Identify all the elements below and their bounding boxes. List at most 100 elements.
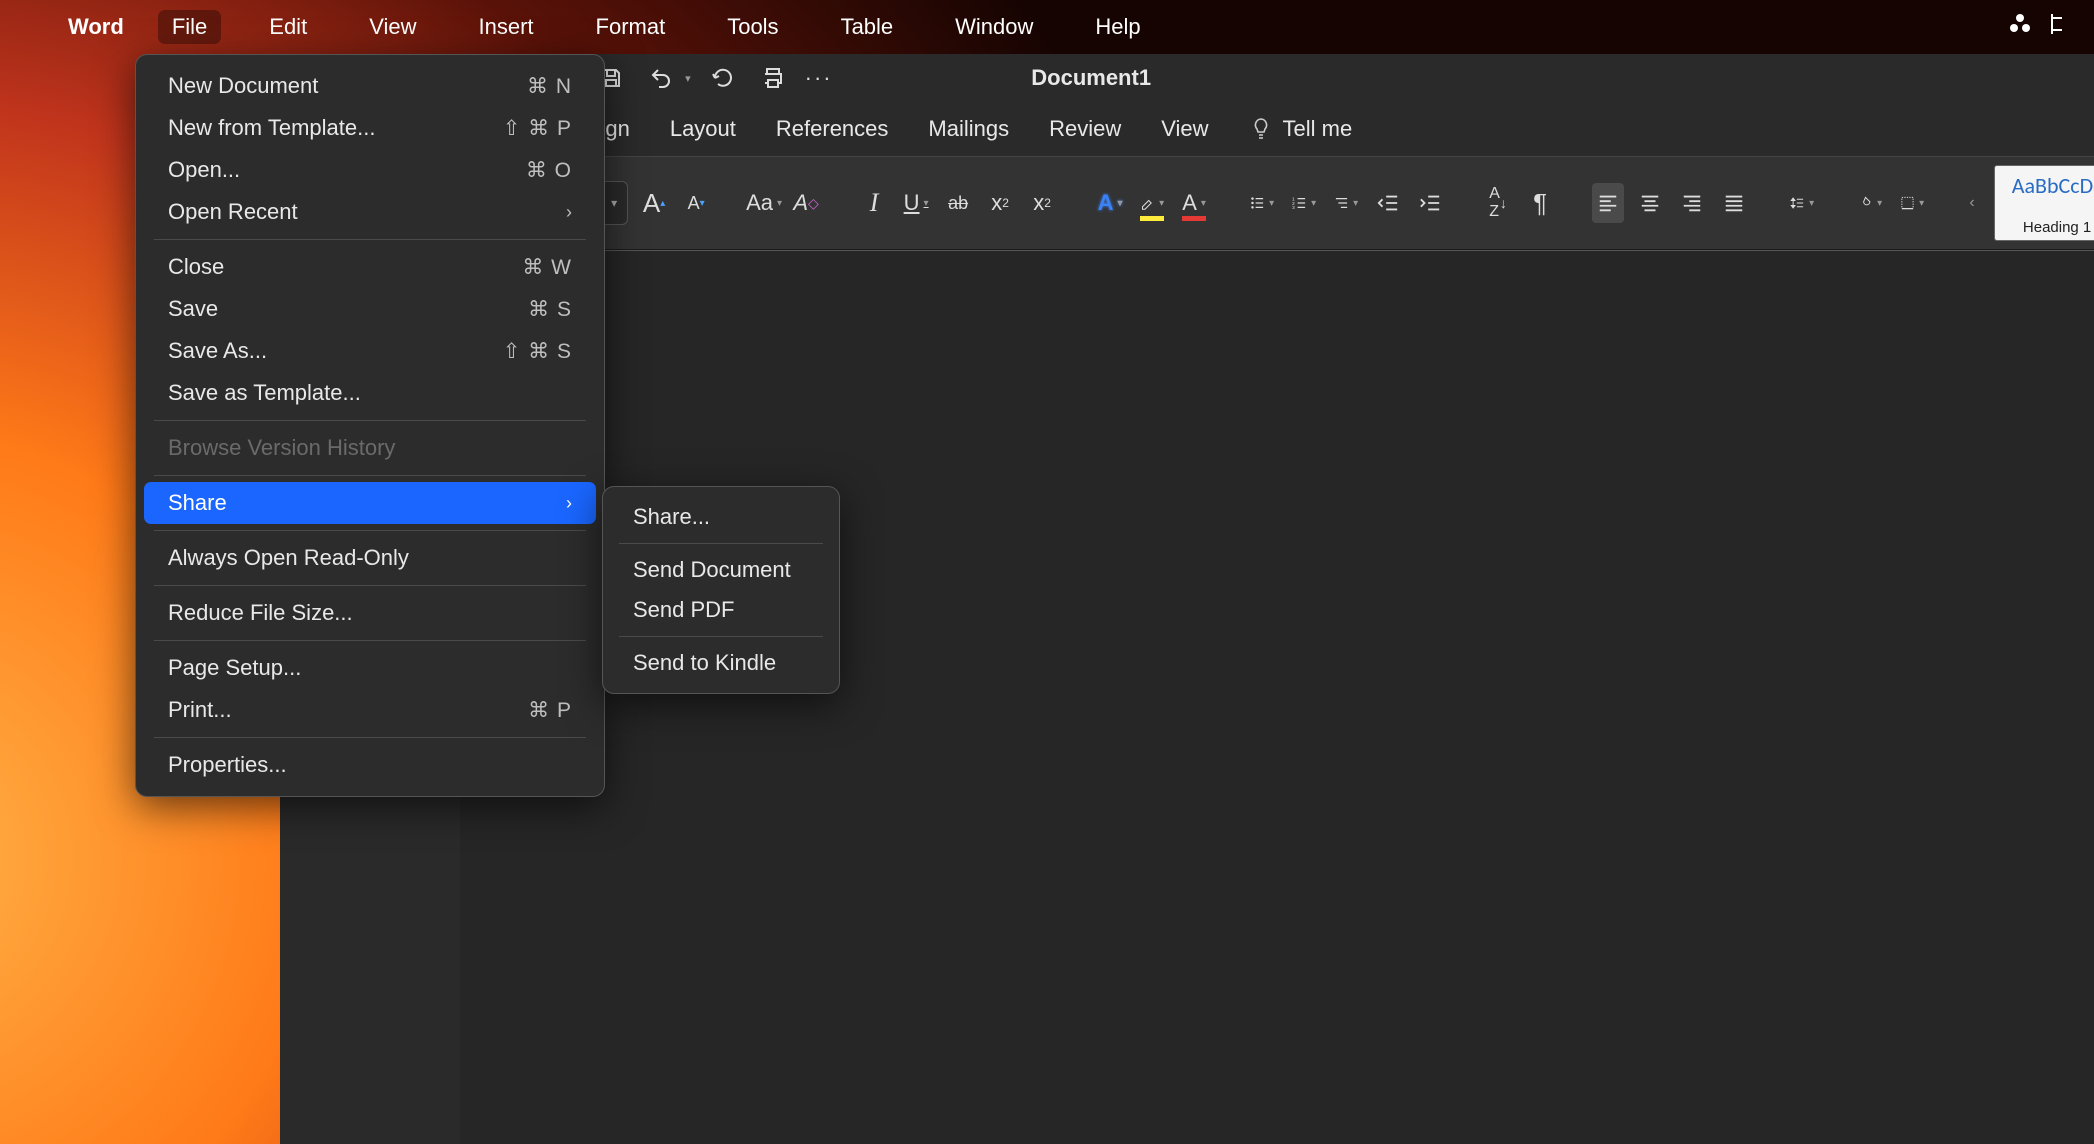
document-title: Document1 — [1031, 65, 1151, 91]
menu-separator — [619, 636, 823, 637]
undo-dropdown-caret[interactable]: ▾ — [685, 72, 691, 85]
menubar-edit[interactable]: Edit — [255, 10, 321, 44]
align-center-icon[interactable] — [1634, 183, 1666, 223]
underline-button[interactable]: U — [900, 183, 932, 223]
share-submenu: Share... Send Document Send PDF Send to Kin… — [602, 486, 840, 694]
menubar-insert[interactable]: Insert — [464, 10, 547, 44]
decrease-indent-icon[interactable] — [1372, 183, 1404, 223]
menubar-help[interactable]: Help — [1081, 10, 1154, 44]
increase-font-size-icon[interactable]: A▴ — [638, 183, 670, 223]
file-menu-item[interactable]: New Document ⌘ N — [144, 65, 596, 107]
menu-separator — [154, 737, 586, 738]
multilevel-list-icon[interactable] — [1330, 183, 1362, 223]
strikethrough-button[interactable]: ab — [942, 183, 974, 223]
styles-expand-left-icon[interactable]: ‹ — [1958, 165, 1986, 241]
menu-separator — [154, 530, 586, 531]
file-menu-item[interactable]: Always Open Read-Only — [144, 537, 596, 579]
bullet-list-icon[interactable] — [1246, 183, 1278, 223]
increase-indent-icon[interactable] — [1414, 183, 1446, 223]
decrease-font-size-icon[interactable]: A▾ — [680, 183, 712, 223]
highlighter-icon — [1140, 192, 1155, 214]
align-left-icon[interactable] — [1592, 183, 1624, 223]
font-color-icon[interactable]: A — [1178, 183, 1210, 223]
print-icon[interactable] — [755, 60, 791, 96]
menubar-format[interactable]: Format — [582, 10, 680, 44]
menu-item-label: New from Template... — [168, 115, 375, 141]
file-menu-item[interactable]: Close ⌘ W — [144, 246, 596, 288]
menu-item-shortcut: ⇧ ⌘ S — [503, 339, 572, 364]
share-submenu-item[interactable]: Send Document — [611, 550, 831, 590]
menubar-window[interactable]: Window — [941, 10, 1047, 44]
lightbulb-icon — [1249, 117, 1273, 141]
italic-button[interactable]: I — [858, 183, 890, 223]
share-submenu-item[interactable]: Share... — [611, 497, 831, 537]
tab-references[interactable]: References — [776, 116, 889, 142]
change-case-icon[interactable]: Aa — [748, 183, 780, 223]
clear-formatting-icon[interactable]: A◇ — [790, 183, 822, 223]
menu-separator — [619, 543, 823, 544]
status-cluster-icon[interactable] — [2008, 12, 2032, 42]
share-submenu-item[interactable]: Send PDF — [611, 590, 831, 630]
superscript-button[interactable]: x2 — [1026, 183, 1058, 223]
share-submenu-item[interactable]: Send to Kindle — [611, 643, 831, 683]
menu-item-label: Send Document — [633, 557, 791, 583]
file-menu-item[interactable]: Save as Template... — [144, 372, 596, 414]
file-menu-item[interactable]: Open Recent› — [144, 191, 596, 233]
align-justify-icon[interactable] — [1718, 183, 1750, 223]
tab-review[interactable]: Review — [1049, 116, 1121, 142]
menu-item-label: Open... — [168, 157, 240, 183]
menu-item-label: New Document — [168, 73, 318, 99]
tab-layout[interactable]: Layout — [670, 116, 736, 142]
chevron-right-icon: › — [566, 493, 572, 514]
align-right-icon[interactable] — [1676, 183, 1708, 223]
svg-text:3: 3 — [1292, 205, 1295, 211]
menu-item-shortcut: ⌘ W — [522, 255, 572, 280]
tell-me-label: Tell me — [1283, 116, 1353, 142]
menu-item-shortcut: ⇧ ⌘ P — [503, 116, 572, 141]
file-menu-item[interactable]: Properties... — [144, 744, 596, 786]
tell-me-search[interactable]: Tell me — [1249, 116, 1353, 142]
file-menu-item[interactable]: Reduce File Size... — [144, 592, 596, 634]
menu-item-label: Send to Kindle — [633, 650, 776, 676]
status-partial-icon[interactable] — [2050, 12, 2070, 42]
subscript-button[interactable]: x2 — [984, 183, 1016, 223]
menubar-tools[interactable]: Tools — [713, 10, 792, 44]
numbered-list-icon[interactable]: 123 — [1288, 183, 1320, 223]
menubar-view[interactable]: View — [355, 10, 430, 44]
borders-icon[interactable] — [1896, 183, 1928, 223]
menubar-table[interactable]: Table — [827, 10, 908, 44]
file-menu-item[interactable]: Print...⌘ P — [144, 689, 596, 731]
menu-separator — [154, 239, 586, 240]
sort-icon[interactable]: AZ↓ — [1482, 183, 1514, 223]
menu-item-label: Share — [168, 490, 227, 516]
menu-item-label: Send PDF — [633, 597, 735, 623]
highlight-color-icon[interactable] — [1136, 183, 1168, 223]
tab-view[interactable]: View — [1161, 116, 1208, 142]
menu-item-label: Reduce File Size... — [168, 600, 353, 626]
style-heading1[interactable]: AaBbCcDc Heading 1 — [1994, 165, 2094, 241]
ribbon-toolbar: ri (Bo... ▾ 12 ▾ A▴ A▾ Aa A◇ I U ab x2 x… — [460, 156, 2094, 250]
menu-item-label: Always Open Read-Only — [168, 545, 409, 571]
menu-item-shortcut: ⌘ N — [527, 74, 572, 99]
chevron-right-icon: › — [566, 202, 572, 223]
file-menu-item[interactable]: Save⌘ S — [144, 288, 596, 330]
paragraph-marks-icon[interactable]: ¶ — [1524, 183, 1556, 223]
tab-mailings[interactable]: Mailings — [928, 116, 1009, 142]
redo-icon[interactable] — [705, 60, 741, 96]
menubar-app-name[interactable]: Word — [68, 14, 124, 40]
menubar-file[interactable]: File — [158, 10, 221, 44]
file-menu-item[interactable]: New from Template... ⇧ ⌘ P — [144, 107, 596, 149]
quick-access-more[interactable]: ··· — [805, 65, 833, 91]
shading-icon[interactable] — [1854, 183, 1886, 223]
undo-icon[interactable] — [643, 60, 679, 96]
menu-separator — [154, 585, 586, 586]
file-menu-item[interactable]: Open...⌘ O — [144, 149, 596, 191]
document-canvas[interactable] — [460, 250, 2094, 1144]
file-menu-item[interactable]: Save As...⇧ ⌘ S — [144, 330, 596, 372]
file-menu-item[interactable]: Share › — [144, 482, 596, 524]
text-effects-icon[interactable]: A — [1094, 183, 1126, 223]
menu-item-label: Close — [168, 254, 224, 280]
menu-separator — [154, 475, 586, 476]
file-menu-item[interactable]: Page Setup... — [144, 647, 596, 689]
line-spacing-icon[interactable] — [1786, 183, 1818, 223]
